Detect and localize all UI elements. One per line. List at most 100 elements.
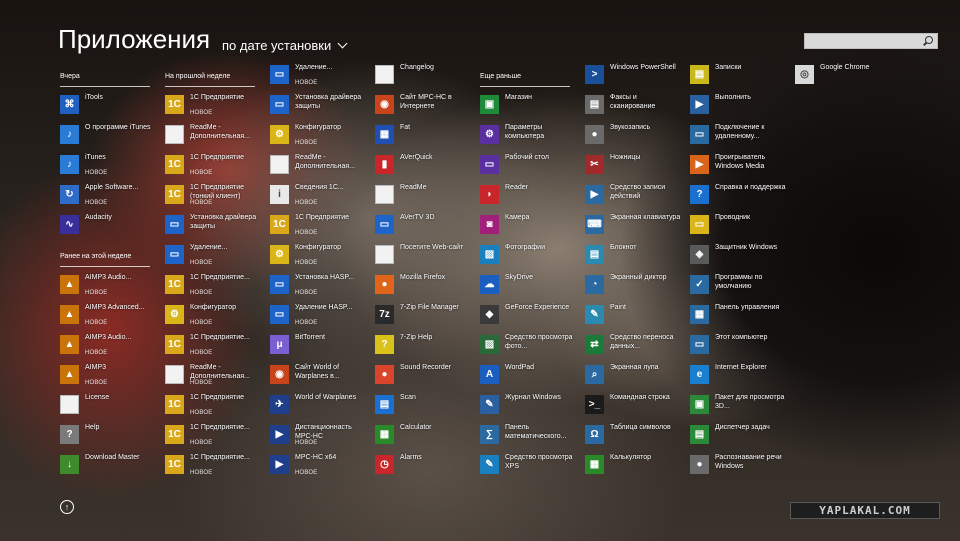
app-tile[interactable]: ▭ Удаление... НОВОЕ bbox=[165, 242, 263, 268]
app-tile[interactable]: ☁ SkyDrive bbox=[480, 272, 578, 298]
app-tile[interactable]: ▲ AIMP3 НОВОЕ bbox=[60, 362, 158, 388]
app-tile[interactable]: ▮ AVerQuick bbox=[375, 152, 473, 178]
app-tile[interactable]: ◎ Google Chrome bbox=[795, 62, 893, 88]
app-tile[interactable]: ✎ Paint bbox=[585, 302, 683, 328]
app-tile[interactable]: ▣ Магазин bbox=[480, 92, 578, 118]
app-tile[interactable]: ◷ Alarms bbox=[375, 452, 473, 478]
app-tile[interactable]: ReadMe - Дополнительная... bbox=[165, 122, 263, 148]
app-tile[interactable]: 1С 1С Предприятие... НОВОЕ bbox=[165, 422, 263, 448]
app-tile[interactable]: ● Распознавание речи Windows bbox=[690, 452, 788, 478]
app-tile[interactable]: ● Mozilla Firefox bbox=[375, 272, 473, 298]
app-tile[interactable]: ⌕ Экранная лупа bbox=[585, 362, 683, 388]
app-tile[interactable]: Changelog bbox=[375, 62, 473, 88]
app-tile[interactable]: ▲ AIMP3 Audio... НОВОЕ bbox=[60, 272, 158, 298]
app-tile[interactable]: > Windows PowerShell bbox=[585, 62, 683, 88]
app-tile[interactable]: ReadMe - Дополнительная... bbox=[270, 152, 368, 178]
app-tile[interactable]: ▤ Диспетчер задач bbox=[690, 422, 788, 448]
app-tile[interactable]: ? Help bbox=[60, 422, 158, 448]
app-tile[interactable]: ▶ Выполнить bbox=[690, 92, 788, 118]
app-tile[interactable]: ▭ Удаление HASP... НОВОЕ bbox=[270, 302, 368, 328]
app-tile[interactable]: ● Звукозапись bbox=[585, 122, 683, 148]
app-tile[interactable]: ▭ AVerTV 3D bbox=[375, 212, 473, 238]
app-tile[interactable]: ↓ Download Master bbox=[60, 452, 158, 478]
app-tile[interactable]: ▦ Calculator bbox=[375, 422, 473, 448]
app-tile[interactable]: ▭ Этот компьютер bbox=[690, 332, 788, 358]
app-tile[interactable]: ▭ Установка HASP... НОВОЕ bbox=[270, 272, 368, 298]
app-tile[interactable]: ▨ Средство просмотра фото... bbox=[480, 332, 578, 358]
app-tile[interactable]: e Internet Explorer bbox=[690, 362, 788, 388]
app-tile[interactable]: ◉ Сайт World of Warplanes в... bbox=[270, 362, 368, 388]
app-tile[interactable]: 1С 1С Предприятие НОВОЕ bbox=[270, 212, 368, 238]
app-tile[interactable]: ▲ AIMP3 Advanced... НОВОЕ bbox=[60, 302, 158, 328]
app-tile[interactable]: ▶ Средство записи действий bbox=[585, 182, 683, 208]
app-tile[interactable]: ⚙ Конфигуратор НОВОЕ bbox=[270, 242, 368, 268]
app-tile[interactable]: ◔ Экранный диктор bbox=[585, 272, 683, 298]
app-tile[interactable]: ▭ Установка драйвера защиты bbox=[165, 212, 263, 238]
app-tile[interactable]: ▦ Fat bbox=[375, 122, 473, 148]
app-tile[interactable]: 1С 1С Предприятие НОВОЕ bbox=[165, 392, 263, 418]
app-tile[interactable]: ▤ Записки bbox=[690, 62, 788, 88]
app-tile[interactable]: Ω Таблица символов bbox=[585, 422, 683, 448]
app-tile[interactable]: Посетите Web-сайт bbox=[375, 242, 473, 268]
app-tile[interactable]: 1С 1С Предприятие (тонкий клиент) НОВОЕ bbox=[165, 182, 263, 208]
app-tile[interactable]: ◙ Камера bbox=[480, 212, 578, 238]
itunes-icon: ♪ bbox=[60, 155, 79, 174]
app-tile[interactable]: A WordPad bbox=[480, 362, 578, 388]
app-tile[interactable]: ◗ Reader bbox=[480, 182, 578, 208]
app-tile[interactable]: ⚙ Параметры компьютера bbox=[480, 122, 578, 148]
app-tile[interactable]: 1С 1С Предприятие... НОВОЕ bbox=[165, 452, 263, 478]
search-box[interactable] bbox=[804, 33, 938, 49]
app-tile[interactable]: ▶ MPC-HC x64 НОВОЕ bbox=[270, 452, 368, 478]
app-tile[interactable]: ▲ AIMP3 Audio... НОВОЕ bbox=[60, 332, 158, 358]
app-tile[interactable]: ● Sound Recorder bbox=[375, 362, 473, 388]
app-tile[interactable]: 1С 1С Предприятие... НОВОЕ bbox=[165, 272, 263, 298]
app-tile[interactable]: ? 7-Zip Help bbox=[375, 332, 473, 358]
app-tile[interactable]: ◉ Сайт MPC-HC в Интернете bbox=[375, 92, 473, 118]
app-tile[interactable]: >_ Командная строка bbox=[585, 392, 683, 418]
app-tile[interactable]: ? Справка и поддержка bbox=[690, 182, 788, 208]
app-tile[interactable]: ⌘ iTools bbox=[60, 92, 158, 118]
app-tile[interactable]: ⇄ Средство переноса данных... bbox=[585, 332, 683, 358]
app-tile[interactable]: ▦ Панель управления bbox=[690, 302, 788, 328]
app-tile[interactable]: ▤ Scan bbox=[375, 392, 473, 418]
app-tile[interactable]: ▣ Пакет для просмотра 3D... bbox=[690, 392, 788, 418]
app-tile[interactable]: License bbox=[60, 392, 158, 418]
app-tile[interactable]: ∿ Audacity bbox=[60, 212, 158, 238]
app-tile[interactable]: ⚙ Конфигуратор НОВОЕ bbox=[165, 302, 263, 328]
app-tile[interactable]: ⚙ Конфигуратор НОВОЕ bbox=[270, 122, 368, 148]
app-tile[interactable]: ♪ О программе iTunes bbox=[60, 122, 158, 148]
app-tile[interactable]: ▭ Подключение к удаленному... bbox=[690, 122, 788, 148]
app-tile[interactable]: ↻ Apple Software... НОВОЕ bbox=[60, 182, 158, 208]
app-tile[interactable]: ReadMe - Дополнительная... НОВОЕ bbox=[165, 362, 263, 388]
app-tile[interactable]: ♪ iTunes НОВОЕ bbox=[60, 152, 158, 178]
app-tile[interactable]: ▶ Проигрыватель Windows Media bbox=[690, 152, 788, 178]
app-tile[interactable]: ▨ Фотографии bbox=[480, 242, 578, 268]
app-tile[interactable]: ◈ Защитник Windows bbox=[690, 242, 788, 268]
scroll-up-button[interactable]: ↑ bbox=[60, 500, 74, 514]
app-tile[interactable]: ▶ Дистанционнасть MPC-HC НОВОЕ bbox=[270, 422, 368, 448]
app-tile[interactable]: ReadMe bbox=[375, 182, 473, 208]
app-tile[interactable]: ▭ Установка драйвера защиты bbox=[270, 92, 368, 118]
app-tile[interactable]: ⌨ Экранная клавиатура bbox=[585, 212, 683, 238]
app-tile[interactable]: 7z 7-Zip File Manager bbox=[375, 302, 473, 328]
app-tile[interactable]: ✎ Средство просмотра XPS bbox=[480, 452, 578, 478]
app-tile[interactable]: ▤ Факсы и сканирование bbox=[585, 92, 683, 118]
app-tile[interactable]: ∑ Панель математического... bbox=[480, 422, 578, 448]
sort-dropdown[interactable]: по дате установки bbox=[222, 38, 348, 53]
app-tile[interactable]: 1С 1С Предприятие НОВОЕ bbox=[165, 152, 263, 178]
app-tile[interactable]: 1С 1С Предприятие НОВОЕ bbox=[165, 92, 263, 118]
app-tile[interactable]: ✂ Ножницы bbox=[585, 152, 683, 178]
app-tile[interactable]: 1С 1С Предприятие... НОВОЕ bbox=[165, 332, 263, 358]
app-tile[interactable]: i Сведения 1С... НОВОЕ bbox=[270, 182, 368, 208]
app-tile[interactable]: ▭ Проводник bbox=[690, 212, 788, 238]
app-tile[interactable]: ◆ GeForce Experience bbox=[480, 302, 578, 328]
app-tile[interactable]: ✎ Журнал Windows bbox=[480, 392, 578, 418]
app-tile[interactable]: ▭ Удаление... НОВОЕ bbox=[270, 62, 368, 88]
search-icon[interactable] bbox=[925, 36, 933, 44]
app-tile[interactable]: μ BitTorrent bbox=[270, 332, 368, 358]
app-tile[interactable]: ▤ Блокнот bbox=[585, 242, 683, 268]
app-tile[interactable]: ✓ Программы по умолчанию bbox=[690, 272, 788, 298]
app-tile[interactable]: ▭ Рабочий стол bbox=[480, 152, 578, 178]
app-tile[interactable]: ▦ Калькулятор bbox=[585, 452, 683, 478]
app-tile[interactable]: ✈ World of Warplanes bbox=[270, 392, 368, 418]
